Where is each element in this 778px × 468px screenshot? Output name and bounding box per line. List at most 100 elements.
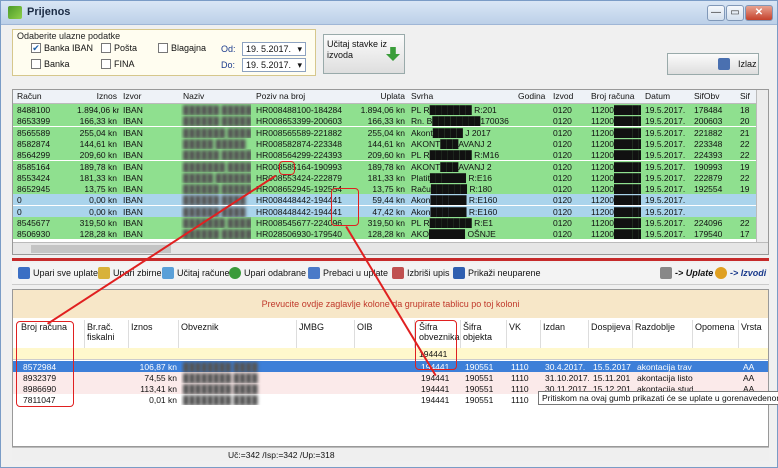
col-sif[interactable]: Sif [738, 90, 756, 103]
col-sifra-objekta[interactable]: Šifra objekta [461, 320, 507, 348]
col-dospijeva[interactable]: Dospijeva [589, 320, 633, 348]
checkbox-label: Pošta [114, 43, 138, 53]
cell-poziv: HR008585164-190993 [256, 161, 342, 172]
checkbox-blagajna[interactable]: Blagajna [158, 43, 206, 53]
cell-obveznik-redacted: ████████ ████ [183, 384, 258, 394]
minimize-button[interactable]: — [707, 5, 725, 21]
col-svrha[interactable]: Svrha [409, 90, 503, 103]
cell-sif: 223348 [694, 138, 723, 149]
vertical-scrollbar[interactable] [756, 90, 768, 254]
payment-row[interactable]: 8565589 255,04 kn IBAN ███████ ████ HR008565… [13, 126, 768, 138]
col-naziv[interactable]: Naziv [181, 90, 251, 103]
checkbox-fina[interactable]: FINA [101, 59, 135, 69]
cell-vk: 1110 [511, 395, 529, 405]
invoice-row[interactable]: ████████ ████ 8572984 106,87 kn 194441 19055… [13, 361, 768, 372]
col-broj-racuna[interactable]: Broj računa [589, 90, 639, 103]
splitter-bar[interactable] [12, 258, 769, 261]
cell-izvod: 0120 [553, 206, 572, 217]
group-by-area[interactable]: Prevucite ovdje zaglavlje kolone da grup… [13, 290, 768, 318]
checkbox-icon [31, 59, 41, 69]
payment-row[interactable]: 0 0,00 kn IBAN ██████ ████ HR008448442-19444… [13, 194, 768, 206]
cell-poziv: HR008488100-184284 [256, 105, 342, 115]
go-to-payments-link[interactable]: -> Uplate [660, 267, 713, 279]
payment-row[interactable]: 8553424 181,33 kn IBAN █████ ██████ HR008553… [13, 171, 768, 183]
cell-naziv: ██████ ██████ [183, 105, 251, 115]
col-poziv[interactable]: Poziv na broj [254, 90, 342, 103]
pair-all-button[interactable]: Upari sve uplate [18, 267, 98, 279]
cell-sif [692, 206, 736, 217]
cell-poziv: HR008564299-224393 [256, 150, 342, 161]
dropdown-arrow-icon: ▾ [297, 60, 302, 70]
do-date-field[interactable]: 19. 5.2017. ▾ [242, 58, 306, 72]
scrollbar-thumb[interactable] [31, 245, 171, 253]
col-razdoblje[interactable]: Razdoblje [633, 320, 693, 348]
payment-row[interactable]: 8564299 209,60 kn IBAN ██████ ██████ HR00856… [13, 149, 768, 161]
exit-button[interactable]: Izlaz [667, 53, 759, 75]
od-date-field[interactable]: 19. 5.2017. ▾ [242, 42, 306, 56]
download-icon [162, 267, 174, 279]
cell-poziv: HR008652945-192554 [256, 184, 342, 195]
col-iznos[interactable]: Iznos [75, 90, 119, 103]
cell-iznos: 209,60 kn [79, 150, 117, 161]
checkbox-banka-iban[interactable]: ✔ Banka IBAN [31, 43, 93, 53]
load-statement-button[interactable]: Učitaj stavke iz izvoda [323, 34, 405, 74]
col-opomena[interactable]: Opomena [693, 320, 739, 348]
payments-grid[interactable]: Račun Iznos Izvor Naziv Poziv na broj Up… [12, 89, 769, 255]
delete-entry-button[interactable]: Izbriši upis [392, 267, 450, 279]
checkbox-posta[interactable]: Pošta [101, 43, 137, 53]
cell-vk: 1110 [511, 384, 529, 394]
cell-sif: 224096 [694, 218, 723, 228]
col-uplata[interactable]: Uplata [343, 90, 407, 103]
cell-racun: 8488100 [17, 105, 51, 115]
go-to-statements-link[interactable]: -> Izvodi [715, 267, 766, 279]
payment-row[interactable]: 8582874 144,61 kn IBAN █████ █████ HR0085828… [13, 137, 768, 149]
col-iznos[interactable]: Iznos [129, 320, 179, 348]
col-vk[interactable]: VK [507, 320, 541, 348]
col-datum[interactable]: Datum [643, 90, 689, 103]
cell-iznos: 255,04 kn [79, 127, 117, 138]
payment-row[interactable]: 8545677 319,50 kn IBAN ███████ █████ HR00854… [13, 217, 768, 228]
cell-naziv: ███████ ████ [183, 127, 251, 138]
cell-iznos: 181,33 kn [79, 172, 117, 183]
payment-row[interactable]: 8653399 166,33 kn IBAN ██████ █████ HR008653… [13, 115, 768, 127]
col-racun[interactable]: Račun [15, 90, 75, 103]
load-invoices-button[interactable]: Učitaj račune [162, 267, 230, 279]
payment-row[interactable]: 8488100 1.894,06 kn IBAN ██████ ██████ HR008… [13, 104, 768, 115]
col-vrsta[interactable]: Vrsta [739, 320, 768, 348]
invoices-grid[interactable]: Prevucite ovdje zaglavlje kolone da grup… [12, 289, 769, 447]
filter-row[interactable]: 194441 [13, 348, 768, 360]
payment-row[interactable]: 8652945 13,75 kn IBAN ██████ █████ HR0086529… [13, 183, 768, 195]
cell-svrha: PL R███████ R:201 [411, 105, 497, 115]
col-izvod[interactable]: Izvod [551, 90, 581, 103]
pair-selected-button[interactable]: Upari odabrane [229, 267, 306, 279]
col-sifobv[interactable]: SifObv [692, 90, 736, 103]
cell-broj: 11200█████ [591, 127, 641, 138]
cell-racun: 8553424 [17, 172, 51, 183]
cell-iznos: 1.894,06 kn [77, 105, 119, 115]
toolbar-label: Prebaci u uplate [323, 268, 389, 278]
maximize-button[interactable]: ▭ [726, 5, 744, 21]
col-izdan[interactable]: Izdan [541, 320, 589, 348]
col-jmbg[interactable]: JMBG [297, 320, 355, 348]
cell-dosp: 15.5.2017 [593, 362, 631, 372]
col-izvor[interactable]: Izvor [121, 90, 161, 103]
invoice-row[interactable]: ████████ ████ 8932379 74,55 kn 194441 190551… [13, 372, 768, 383]
checkbox-banka[interactable]: Banka [31, 59, 70, 69]
payment-row[interactable]: 0 0,00 kn IBAN ██████ ████ HR008448442-19444… [13, 205, 768, 217]
show-unpaired-button[interactable]: Prikaži neuparene [453, 267, 541, 279]
payment-row[interactable]: 8585164 189,78 kn IBAN ███████ ████ HR008585… [13, 160, 768, 172]
col-br-rac-fiskalni[interactable]: Br.rač. fiskalni [85, 320, 129, 348]
cell-datum: 19.5.2017. [645, 206, 686, 217]
payment-row[interactable]: 8506930 128,28 kn IBAN ██████ ██████ HR02850… [13, 228, 768, 240]
close-button[interactable]: ✕ [745, 5, 773, 21]
checkbox-label: Banka IBAN [44, 43, 94, 53]
cell-izdan: 30.4.2017. [545, 362, 586, 372]
cell-izvod: 0120 [553, 218, 572, 228]
horizontal-scrollbar[interactable] [13, 242, 768, 254]
cell-iznos: 0,01 kn [149, 395, 177, 405]
col-godina[interactable]: Godina [516, 90, 550, 103]
cell-sifra: 194441 [421, 395, 450, 405]
col-obveznik[interactable]: Obveznik [179, 320, 297, 348]
cell-racun: 8545677 [17, 218, 51, 228]
cell-vrsta: AA [743, 373, 755, 383]
